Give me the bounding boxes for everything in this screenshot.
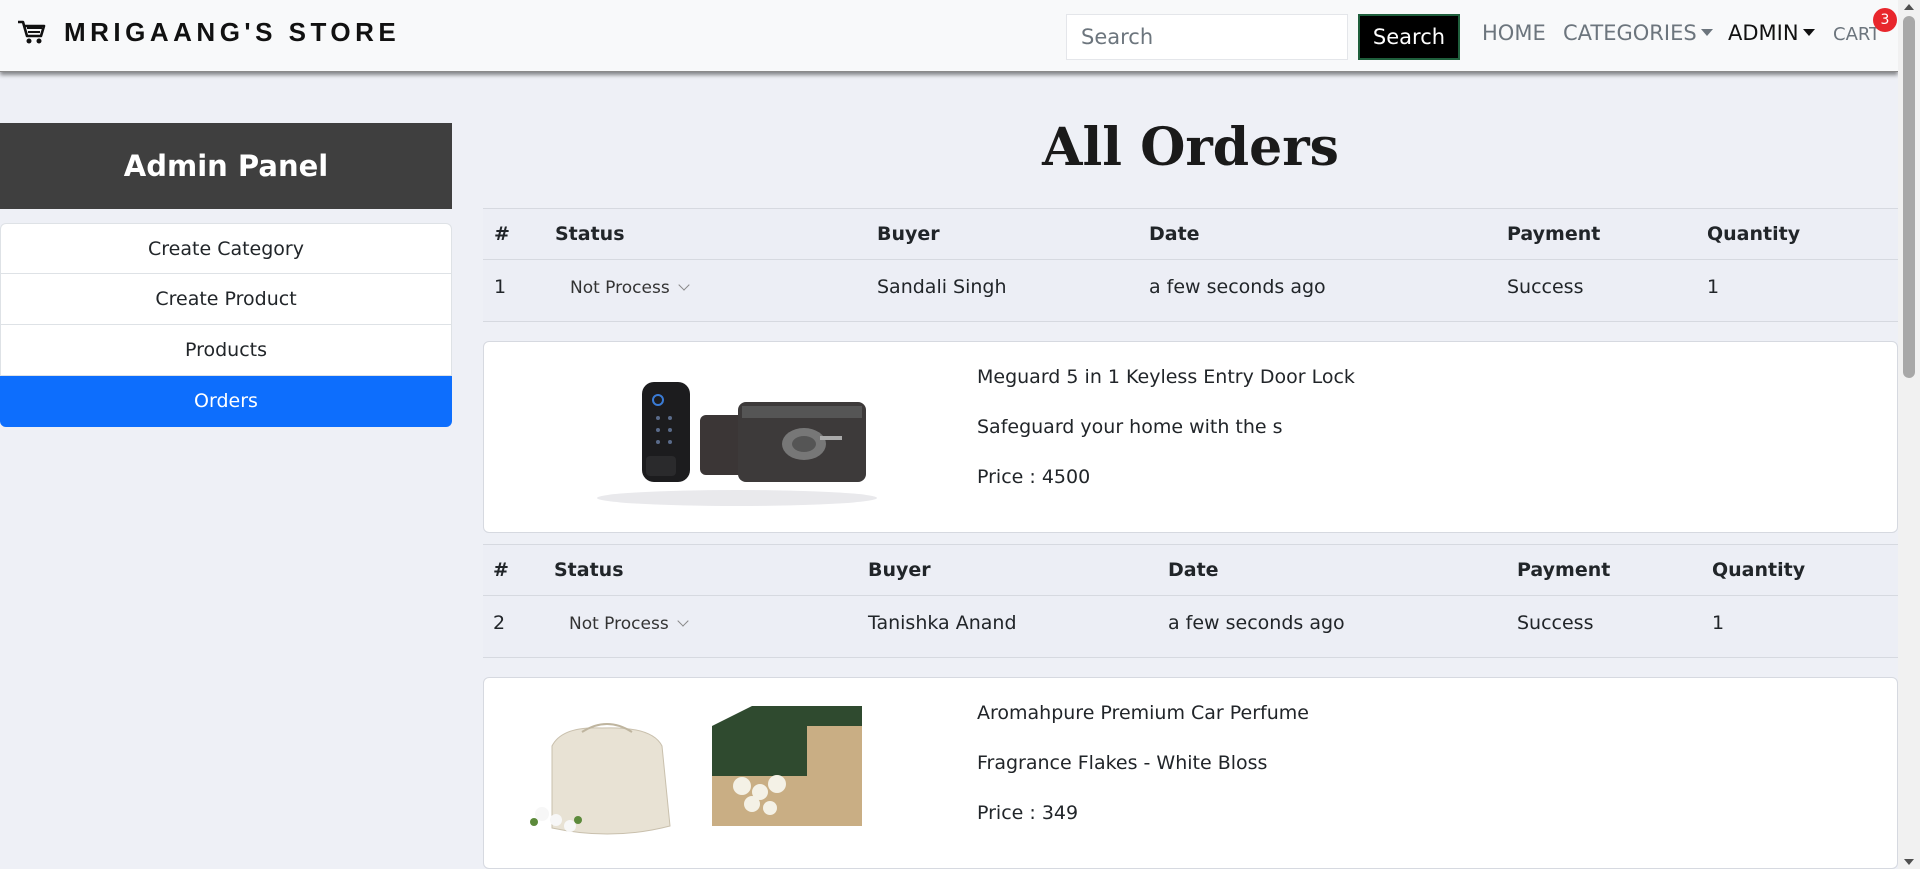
- product-image-door-lock: [597, 382, 877, 506]
- nav-categories-dropdown[interactable]: CATEGORIES: [1563, 21, 1713, 45]
- column-header-status: Status: [554, 559, 624, 581]
- scroll-up-arrow-icon[interactable]: [1904, 4, 1914, 10]
- status-select[interactable]: Not Process: [560, 278, 690, 298]
- scrollbar-thumb[interactable]: [1903, 16, 1915, 378]
- chevron-down-icon: [677, 615, 689, 627]
- status-select[interactable]: Not Process: [559, 614, 689, 634]
- brand-name[interactable]: MRIGAANG'S STORE: [64, 17, 400, 48]
- buyer-name: Sandali Singh: [877, 276, 1007, 298]
- search-button[interactable]: Search: [1358, 14, 1460, 60]
- column-header-payment: Payment: [1507, 223, 1601, 245]
- navbar: MRIGAANG'S STORE Search HOME CATEGORIES …: [0, 0, 1898, 72]
- order-quantity: 1: [1707, 276, 1720, 298]
- page-scrollbar[interactable]: [1898, 0, 1920, 869]
- payment-status: Success: [1507, 276, 1584, 298]
- admin-panel-title: Admin Panel: [0, 123, 452, 209]
- order-date: a few seconds ago: [1149, 276, 1326, 298]
- menu-item-create-category[interactable]: Create Category: [0, 223, 452, 274]
- column-header-date: Date: [1149, 223, 1200, 245]
- nav-cart[interactable]: CART: [1833, 24, 1880, 45]
- column-header-buyer: Buyer: [868, 559, 931, 581]
- column-header-date: Date: [1168, 559, 1219, 581]
- page-title: All Orders: [1042, 117, 1339, 178]
- table-row: 2 Not Process Tanishka Anand a few secon…: [483, 596, 1898, 658]
- table-row: 1 Not Process Sandali Singh a few second…: [483, 260, 1898, 322]
- order-table-header: # Status Buyer Date Payment Quantity: [483, 208, 1898, 260]
- product-description: Fragrance Flakes - White Bloss: [977, 752, 1268, 774]
- status-value: Not Process: [570, 278, 670, 298]
- product-name: Meguard 5 in 1 Keyless Entry Door Lock: [977, 366, 1355, 388]
- column-header-buyer: Buyer: [877, 223, 940, 245]
- column-header-index: #: [493, 559, 509, 581]
- order-quantity: 1: [1712, 612, 1725, 634]
- order-index: 1: [494, 276, 507, 298]
- nav-home[interactable]: HOME: [1482, 21, 1546, 45]
- shopping-cart-icon: [18, 20, 46, 44]
- menu-item-products[interactable]: Products: [0, 325, 452, 376]
- search-input[interactable]: [1066, 14, 1348, 60]
- product-price: Price : 4500: [977, 466, 1091, 488]
- caret-down-icon: [1700, 29, 1713, 36]
- product-card: Aromahpure Premium Car Perfume Fragrance…: [483, 677, 1898, 869]
- nav-categories-label: CATEGORIES: [1563, 21, 1697, 45]
- admin-menu: Create Category Create Product Products …: [0, 223, 452, 427]
- column-header-quantity: Quantity: [1712, 559, 1806, 581]
- product-description: Safeguard your home with the s: [977, 416, 1283, 438]
- column-header-quantity: Quantity: [1707, 223, 1801, 245]
- buyer-name: Tanishka Anand: [868, 612, 1017, 634]
- product-card: Meguard 5 in 1 Keyless Entry Door Lock S…: [483, 341, 1898, 533]
- payment-status: Success: [1517, 612, 1594, 634]
- cart-count-badge: 3: [1873, 8, 1897, 32]
- scroll-down-arrow-icon[interactable]: [1904, 859, 1914, 865]
- column-header-index: #: [494, 223, 510, 245]
- order-table-header: # Status Buyer Date Payment Quantity: [483, 544, 1898, 596]
- caret-down-icon: [1802, 29, 1815, 36]
- nav-admin-dropdown[interactable]: ADMIN: [1728, 21, 1815, 45]
- column-header-payment: Payment: [1517, 559, 1611, 581]
- order-index: 2: [493, 612, 506, 634]
- product-image-car-perfume: [530, 706, 862, 835]
- menu-item-orders[interactable]: Orders: [0, 376, 452, 427]
- product-name: Aromahpure Premium Car Perfume: [977, 702, 1309, 724]
- nav-admin-label: ADMIN: [1728, 21, 1799, 45]
- order-date: a few seconds ago: [1168, 612, 1345, 634]
- status-value: Not Process: [569, 614, 669, 634]
- menu-item-create-product[interactable]: Create Product: [0, 274, 452, 325]
- chevron-down-icon: [678, 279, 690, 291]
- product-price: Price : 349: [977, 802, 1079, 824]
- brand-link[interactable]: MRIGAANG'S STORE: [16, 16, 400, 48]
- column-header-status: Status: [555, 223, 625, 245]
